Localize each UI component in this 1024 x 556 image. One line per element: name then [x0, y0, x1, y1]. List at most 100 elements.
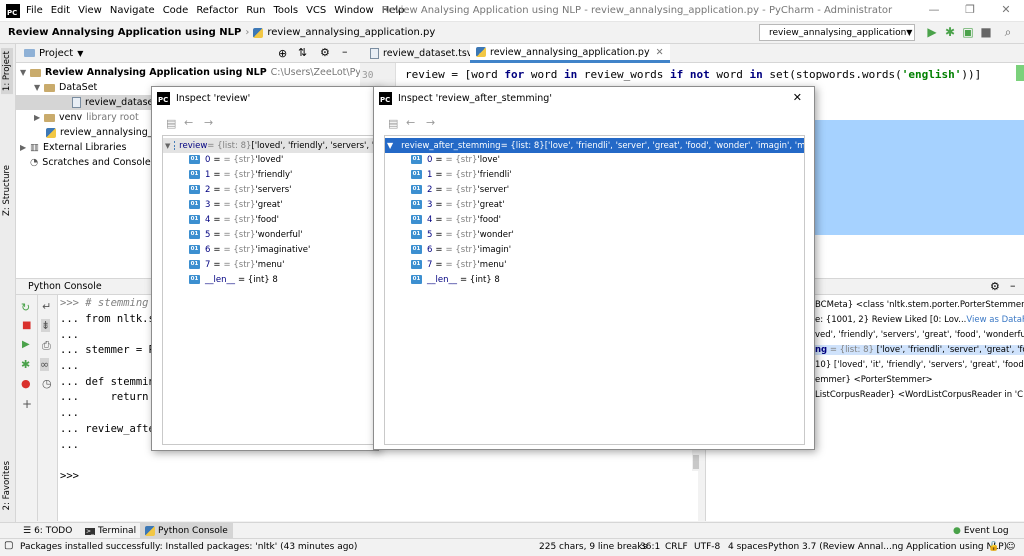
history-icon[interactable]: ◷ [42, 377, 52, 390]
back-icon[interactable]: ← [184, 116, 193, 129]
scroll-to-end-icon[interactable]: ⇟ [41, 319, 51, 332]
inspect-list-item[interactable]: 01 1 = = {str} 'friendly' [189, 167, 292, 182]
collapse-icon[interactable]: ⇅ [298, 46, 307, 59]
close-tab-icon[interactable]: ✕ [656, 47, 664, 58]
view-as-dataframe-link[interactable]: View as DataFrame [966, 315, 1024, 325]
tool-tab-favorites[interactable]: 2: Favorites [1, 458, 13, 513]
tool-tab-project[interactable]: 1: Project [1, 48, 13, 95]
inspect-list-item[interactable]: 01 5 = = {str} 'wonderful' [189, 227, 303, 242]
breadcrumb-project[interactable]: Review Annalysing Application using NLP [8, 27, 241, 38]
gear-icon[interactable]: ⚙ [320, 46, 330, 59]
variable-row[interactable]: emmer} <PorterStemmer> [815, 375, 1024, 385]
minimize-icon[interactable]: — [924, 3, 944, 16]
inspect-list-item[interactable]: 01 7 = = {str} 'menu' [411, 257, 506, 272]
dialog-title-bar[interactable]: PC Inspect 'review_after_stemming' ✕ [374, 87, 814, 109]
status-icon[interactable]: ▢ [4, 540, 13, 551]
chevron-down-icon[interactable]: ▼ [77, 49, 83, 58]
variable-row-selected[interactable]: ng = {list: 8} ['love', 'friendli', 'ser… [815, 345, 1024, 355]
hide-panel-icon[interactable]: – [342, 45, 348, 58]
breadcrumb-file[interactable]: review_annalysing_application.py [267, 27, 435, 38]
expand-arrow-icon[interactable]: ▼ [165, 142, 170, 150]
inspect-list-item[interactable]: 01 1 = = {str} 'friendli' [411, 167, 512, 182]
variable-row[interactable]: e: {1001, 2} Review Liked [0: Lov...View… [815, 315, 1024, 325]
forward-icon[interactable]: → [204, 116, 213, 129]
expand-arrow-icon[interactable]: ▶ [20, 143, 30, 152]
tree-root-row-selected[interactable]: ▼ review_after_stemming = {list: 8} ['lo… [385, 138, 804, 153]
expand-arrow-icon[interactable]: ▼ [34, 83, 44, 92]
menu-run[interactable]: Run [246, 5, 265, 16]
status-encoding[interactable]: UTF-8 [694, 542, 720, 552]
status-line-separator[interactable]: CRLF [665, 542, 688, 552]
run-icon[interactable]: ▶ [924, 25, 940, 39]
inspect-list-item[interactable]: 01 2 = = {str} 'servers' [189, 182, 291, 197]
tree-item-venv[interactable]: ▶ venv library root [34, 110, 139, 125]
restore-icon[interactable]: ❐ [960, 3, 980, 16]
hide-panel-icon[interactable]: – [1010, 279, 1016, 292]
inspect-list-item[interactable]: 01 3 = = {str} 'great' [411, 197, 505, 212]
stop-icon[interactable]: ■ [978, 25, 994, 39]
status-caret-position[interactable]: 36:1 [640, 542, 660, 552]
locate-file-icon[interactable]: ⊕ [278, 47, 287, 60]
inspect-len-item[interactable]: 01 __len__ = {int} 8 [411, 272, 500, 287]
menu-navigate[interactable]: Navigate [110, 5, 155, 16]
notifications-icon[interactable]: ☺ [1006, 542, 1015, 552]
coverage-icon[interactable]: ▣ [960, 25, 976, 39]
inspect-list-item[interactable]: 01 4 = = {str} 'food' [411, 212, 501, 227]
tab-review-annalysing-application[interactable]: review_annalysing_application.py ✕ [470, 44, 670, 63]
menu-edit[interactable]: Edit [51, 5, 70, 16]
status-interpreter[interactable]: Python 3.7 (Review Annal...ng Applicatio… [768, 542, 1007, 552]
menu-tools[interactable]: Tools [273, 5, 298, 16]
print-icon[interactable]: ⎙ [42, 339, 51, 353]
gear-icon[interactable]: ⚙ [990, 280, 1000, 293]
add-icon[interactable]: + [22, 397, 32, 411]
status-message[interactable]: Packages installed successfully: Install… [20, 542, 357, 552]
toolbar-icon[interactable]: ▤ [388, 117, 398, 130]
expand-arrow-icon[interactable]: ▶ [34, 113, 44, 122]
tree-item-external-libraries[interactable]: ▶ ▥ External Libraries [20, 140, 126, 155]
close-icon[interactable]: ✕ [793, 91, 802, 104]
stop-icon[interactable]: ■ [22, 320, 31, 331]
tool-tab-event-log[interactable]: ● Event Log [948, 523, 1014, 539]
inspect-len-item[interactable]: 01 __len__ = {int} 8 [189, 272, 278, 287]
menu-refactor[interactable]: Refactor [196, 5, 238, 16]
tree-item-scratches[interactable]: ◔ Scratches and Consoles [30, 155, 156, 170]
menu-vcs[interactable]: VCS [306, 5, 326, 16]
forward-icon[interactable]: → [426, 116, 435, 129]
inspect-list-item[interactable]: 01 0 = = {str} 'loved' [189, 152, 283, 167]
run-configuration-select[interactable]: review_annalysing_application ▼ [759, 24, 915, 41]
menu-code[interactable]: Code [163, 5, 189, 16]
breakpoints-icon[interactable]: ● [21, 377, 31, 390]
inspect-list-item[interactable]: 01 5 = = {str} 'wonder' [411, 227, 514, 242]
inspect-list-item[interactable]: 01 4 = = {str} 'food' [189, 212, 279, 227]
scrollbar-thumb[interactable] [693, 455, 699, 469]
inspect-list-item[interactable]: 01 3 = = {str} 'great' [189, 197, 283, 212]
console-title[interactable]: Python Console [28, 281, 102, 292]
tool-tab-structure[interactable]: Z: Structure [1, 162, 13, 219]
back-icon[interactable]: ← [406, 116, 415, 129]
tool-tab-terminal[interactable]: >_ Terminal [80, 523, 141, 539]
tree-item-dataset[interactable]: ▼ DataSet [34, 80, 97, 95]
dialog-title-bar[interactable]: PC Inspect 'review' [152, 87, 378, 109]
search-everywhere-icon[interactable]: ⌕ [1000, 25, 1016, 40]
lock-icon[interactable]: 🔓 [988, 542, 999, 552]
inspect-list-item[interactable]: 01 7 = = {str} 'menu' [189, 257, 284, 272]
status-indent[interactable]: 4 spaces [728, 542, 768, 552]
tool-tab-todo[interactable]: ☰ 6: TODO [18, 523, 77, 539]
inspect-list-item[interactable]: 01 6 = = {str} 'imaginative' [189, 242, 310, 257]
expand-arrow-icon[interactable]: ▼ [387, 141, 393, 150]
expand-arrow-icon[interactable]: ▼ [20, 68, 30, 77]
close-window-icon[interactable]: ✕ [996, 3, 1016, 16]
inspect-list-item[interactable]: 01 6 = = {str} 'imagin' [411, 242, 511, 257]
console-prompt[interactable]: >>> [60, 470, 79, 482]
menu-view[interactable]: View [78, 5, 102, 16]
show-variables-icon[interactable]: ∞ [40, 358, 50, 371]
tool-tab-python-console[interactable]: Python Console [140, 523, 233, 539]
run-icon[interactable]: ▶ [22, 339, 30, 350]
tab-review-dataset[interactable]: review_dataset.tsv [364, 44, 478, 63]
variable-row[interactable]: BCMeta} <class 'nltk.stem.porter.PorterS… [815, 300, 1024, 310]
inspect-list-item[interactable]: 01 2 = = {str} 'server' [411, 182, 509, 197]
variable-row[interactable]: ved', 'friendly', 'servers', 'great', 'f… [815, 330, 1024, 340]
menu-file[interactable]: File [26, 5, 43, 16]
project-panel-title[interactable]: Project [39, 48, 73, 59]
tree-root-row[interactable]: ▼ review = {list: 8} ['loved', 'friendly… [163, 138, 382, 153]
